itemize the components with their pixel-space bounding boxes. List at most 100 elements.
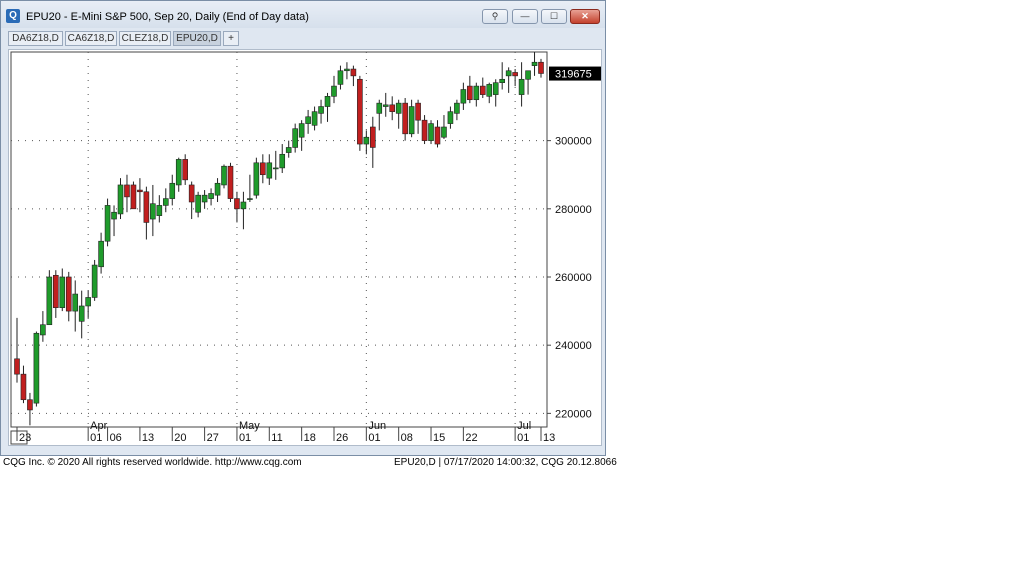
candle-body-down [124,184,130,198]
x-tick-label: 06 [110,432,122,444]
candle [460,82,467,110]
close-icon: ✕ [581,11,589,21]
link-button[interactable]: ⚲ [482,9,508,24]
candle-body-up [72,293,79,312]
candle-body-down [188,184,195,203]
tab-clez18[interactable]: CLEZ18,D [119,31,171,46]
candle [337,65,344,90]
candle-body-up [156,205,163,216]
tab-epu20[interactable]: EPU20,D [173,31,221,46]
candle [525,70,531,95]
candle [415,99,421,134]
candle [162,188,169,213]
candle-body-up [104,205,111,242]
x-tick-label: 22 [465,432,477,444]
candle-body-up [318,106,324,114]
chart-panel[interactable]: 220000 240000 260000 280000 300000 319675 23 0… [8,49,602,446]
candle [292,123,298,153]
month-label: May [239,420,260,432]
date-axis: 23 01 06 13 20 27 01 11 18 26 01 08 15 22 01 13 Apr May Ju… [10,420,555,445]
candle [370,116,376,168]
candle-body-up [531,61,538,66]
add-tab-button[interactable]: + [223,31,239,46]
candle-body-up [46,276,53,326]
candle-body-up [59,276,66,308]
candle-body-down [357,78,363,145]
candle-body-up [382,104,389,107]
candle [234,191,240,223]
candle-body-up [305,116,311,124]
candle [14,317,20,383]
tab-da6z18[interactable]: DA6Z18,D [8,31,63,46]
candle-body-up [460,89,467,104]
candle [441,115,447,139]
candle [117,178,124,220]
candle [40,311,46,342]
candle-body-down [14,358,20,375]
candle [505,67,512,93]
candle [389,96,396,121]
candle [344,62,350,80]
candle [221,164,227,189]
candle [27,392,33,426]
candle-body-up [266,162,273,179]
candle [311,106,318,131]
candle-body-down [182,159,188,181]
maximize-button[interactable]: ☐ [541,9,567,24]
candle [182,154,188,185]
candle [376,99,383,131]
maximize-icon: ☐ [549,11,559,21]
window-titlebar[interactable]: Q EPU20 - E-Mini S&P 500, Sep 20, Daily … [1,1,605,28]
candle [467,75,473,104]
candle [285,140,292,158]
candle [492,79,499,107]
candle [538,58,544,78]
minimize-button[interactable]: — [512,9,538,24]
candle-body-up [344,68,350,72]
x-tick-label: 01 [517,432,529,444]
candle [324,92,331,122]
candle-body-up [292,128,298,148]
candle [46,270,53,326]
candle-body-down [512,72,518,77]
tab-ca6z18[interactable]: CA6Z18,D [65,31,117,46]
candle [382,92,389,117]
chart-grid [10,51,548,428]
candle-body-up [285,147,292,153]
candle-body-down [20,373,27,401]
candle [188,181,195,220]
candle-body-down [538,61,544,74]
candle-body-up [499,78,505,83]
candle [201,190,208,209]
candle-body-up [201,194,208,203]
link-icon: ⚲ [491,11,499,21]
candle-body-up [324,96,331,107]
y-tick-label: 240000 [555,340,592,352]
candle [363,130,370,155]
candle-body-down [421,119,428,141]
candle [175,157,182,192]
y-tick-label: 280000 [555,204,592,216]
candle [350,65,357,87]
candle-body-down [27,399,33,411]
minimize-icon: — [520,11,530,21]
candle-body-up [111,211,117,220]
candle [208,188,214,206]
candle [111,205,117,237]
candle-body-down [65,276,72,312]
candle-body-up [428,123,434,141]
candle-body-up [408,106,415,135]
close-button[interactable]: ✕ [570,9,600,24]
candle [499,62,505,90]
x-tick-label: 23 [19,432,31,444]
candle [298,120,305,151]
candle-body-up [40,324,46,336]
y-tick-label: 260000 [555,272,592,284]
candle-body-up [311,111,318,126]
candle-body-up [98,240,104,268]
candle [195,191,201,218]
candle-body-up [221,165,227,186]
candle-body-up [279,153,286,169]
candlestick-chart[interactable]: 220000 240000 260000 280000 300000 319675 23 0… [9,50,601,445]
candle-body-down [350,68,357,77]
